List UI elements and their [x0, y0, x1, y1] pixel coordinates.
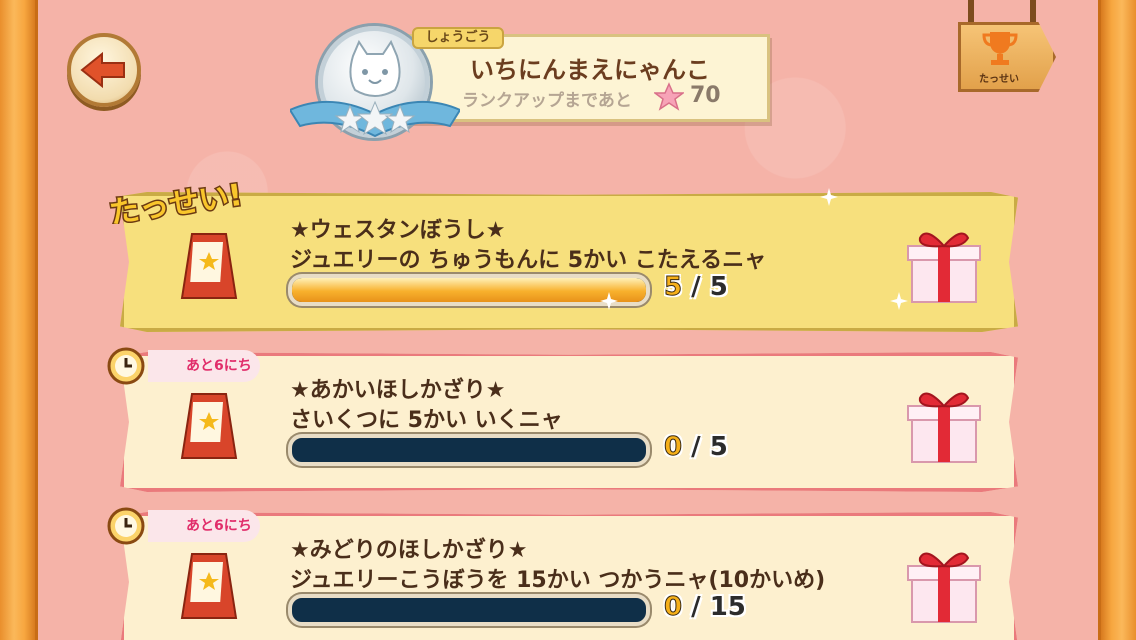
progress-current: 0 — [663, 432, 683, 463]
clock-icon — [107, 347, 145, 385]
progress-current: 0 — [663, 592, 683, 623]
progress-bar-fill — [292, 278, 646, 302]
mission-card[interactable]: たっせい! ★ウェスタンぼうし★ ジュエリーの ちゅうもんに 5かい こたえるニ… — [106, 176, 1018, 332]
sparkle-icon — [600, 292, 618, 310]
progress-count: 0 / 15 — [663, 592, 746, 623]
sign-board-icon — [180, 393, 238, 459]
back-button[interactable] — [67, 33, 141, 107]
time-remaining-badge: あと6にち — [148, 510, 260, 542]
mission-description: ジュエリーこうぼうを 15かい つかうニャ(10かいめ) — [290, 568, 826, 593]
trophy-icon — [982, 32, 1018, 65]
progress-separator: / — [691, 432, 701, 462]
gift-box-icon[interactable] — [906, 384, 982, 466]
left-frame — [0, 0, 38, 640]
sparkle-icon — [890, 292, 908, 310]
progress-goal: 5 — [709, 272, 728, 302]
progress-current: 5 — [663, 272, 683, 303]
sign-board-icon — [180, 233, 238, 299]
mission-card[interactable]: あと6にち ★あかいほしかざり★ さいくつに 5かい いくニャ 0 / 5 — [107, 347, 1018, 492]
progress-count: 5 / 5 — [663, 272, 728, 303]
gift-box-icon[interactable] — [906, 544, 982, 626]
gift-box-icon[interactable] — [906, 224, 982, 306]
progress-goal: 5 — [709, 432, 728, 462]
achievements-label: たっせい — [979, 74, 1019, 85]
progress-count: 0 / 5 — [663, 432, 728, 463]
medal-ribbon-icon — [290, 100, 460, 138]
progress-separator: / — [691, 592, 701, 622]
mission-title: ★ウェスタンぼうし★ — [290, 218, 506, 243]
mission-title: ★みどりのほしかざり★ — [290, 538, 528, 563]
sparkle-icon — [820, 188, 838, 206]
back-arrow-icon — [80, 51, 125, 89]
progress-separator: / — [691, 272, 701, 302]
completed-badge-text: たっせい! — [107, 178, 244, 224]
time-remaining-badge: あと6にち — [148, 350, 260, 382]
clock-icon — [107, 507, 145, 545]
rank-up-text: ランクアップまであと — [462, 91, 632, 111]
rank-up-remaining: 70 — [690, 83, 721, 108]
progress-bar — [288, 274, 650, 306]
pink-star-icon — [654, 82, 684, 111]
sign-post — [968, 0, 974, 24]
progress-bar — [288, 594, 650, 626]
mission-card[interactable]: あと6にち ★みどりのほしかざり★ ジュエリーこうぼうを 15かい つかうニャ(… — [107, 507, 1018, 640]
mission-description: さいくつに 5かい いくニャ — [290, 408, 563, 433]
mission-description: ジュエリーの ちゅうもんに 5かい こたえるニャ — [290, 248, 767, 273]
sign-post — [1030, 0, 1036, 24]
progress-goal: 15 — [709, 592, 746, 622]
completed-badge: たっせい! — [106, 176, 246, 224]
title-label: しょうごう — [412, 27, 504, 49]
mission-title: ★あかいほしかざり★ — [290, 378, 506, 403]
right-frame — [1098, 0, 1136, 640]
title-name: いちにんまえにゃんこ — [470, 56, 710, 84]
sign-board-icon — [180, 553, 238, 619]
progress-bar — [288, 434, 650, 466]
